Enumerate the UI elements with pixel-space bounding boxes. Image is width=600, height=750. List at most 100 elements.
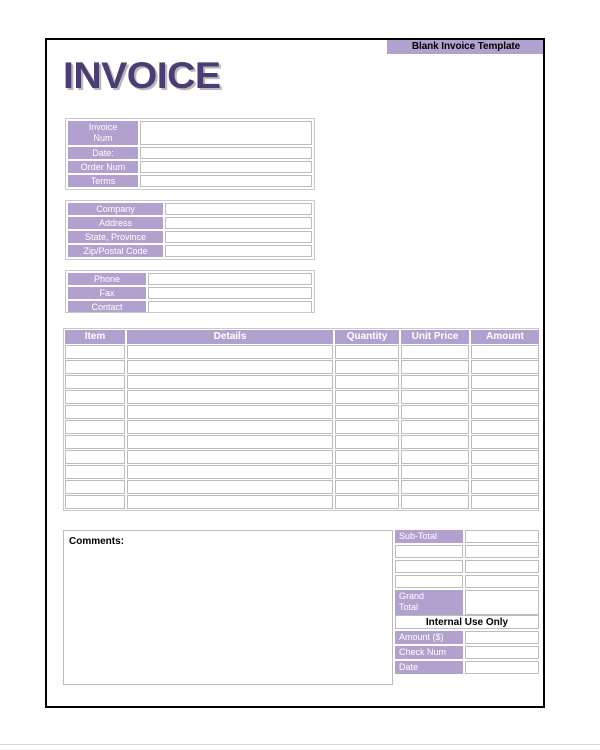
cell-quantity[interactable]: [335, 390, 399, 404]
cell-quantity[interactable]: [335, 420, 399, 434]
cell-unit-price[interactable]: [401, 450, 469, 464]
cell-quantity[interactable]: [335, 345, 399, 359]
cell-item[interactable]: [65, 450, 125, 464]
invoice-field-label: Invoice Num: [68, 121, 138, 145]
cell-unit-price[interactable]: [401, 465, 469, 479]
cell-unit-price[interactable]: [401, 435, 469, 449]
table-row: [65, 435, 539, 449]
table-row: [65, 405, 539, 419]
cell-quantity[interactable]: [335, 435, 399, 449]
totals-row: [395, 560, 539, 573]
cell-amount[interactable]: [471, 360, 539, 374]
cell-unit-price[interactable]: [401, 375, 469, 389]
cell-item[interactable]: [65, 405, 125, 419]
cell-unit-price[interactable]: [401, 480, 469, 494]
invoice-field-row: Order Num: [68, 161, 312, 173]
cell-amount[interactable]: [471, 435, 539, 449]
cell-unit-price[interactable]: [401, 360, 469, 374]
cell-item[interactable]: [65, 345, 125, 359]
totals-value-input[interactable]: [465, 530, 539, 543]
cell-unit-price[interactable]: [401, 405, 469, 419]
table-header-row: Item Details Quantity Unit Price Amount: [65, 330, 539, 344]
cell-amount[interactable]: [471, 480, 539, 494]
cell-amount[interactable]: [471, 390, 539, 404]
internal-use-input[interactable]: [465, 631, 539, 644]
totals-value-input[interactable]: [465, 590, 539, 615]
invoice-field-row: Invoice Num: [68, 121, 312, 145]
invoice-meta-block: Invoice Num Date: Order Num Terms: [65, 118, 315, 190]
totals-blank-cell[interactable]: [395, 575, 463, 588]
cell-item[interactable]: [65, 360, 125, 374]
cell-details[interactable]: [127, 360, 333, 374]
company-field-input[interactable]: [165, 231, 312, 243]
cell-amount[interactable]: [471, 405, 539, 419]
totals-blank-cell[interactable]: [395, 545, 463, 558]
cell-item[interactable]: [65, 390, 125, 404]
cell-amount[interactable]: [471, 495, 539, 509]
table-body: [65, 345, 539, 509]
cell-details[interactable]: [127, 345, 333, 359]
company-field-input[interactable]: [165, 217, 312, 229]
cell-quantity[interactable]: [335, 480, 399, 494]
invoice-field-input[interactable]: [140, 147, 312, 159]
cell-details[interactable]: [127, 480, 333, 494]
cell-amount[interactable]: [471, 375, 539, 389]
cell-item[interactable]: [65, 420, 125, 434]
table-row: [65, 360, 539, 374]
cell-details[interactable]: [127, 420, 333, 434]
cell-unit-price[interactable]: [401, 420, 469, 434]
contact-field-input[interactable]: [148, 287, 312, 299]
cell-item[interactable]: [65, 375, 125, 389]
company-field-row: Zip/Postal Code: [68, 245, 312, 257]
internal-use-input[interactable]: [465, 661, 539, 674]
contact-field-input[interactable]: [148, 273, 312, 285]
totals-value-input[interactable]: [465, 560, 539, 573]
cell-quantity[interactable]: [335, 360, 399, 374]
cell-details[interactable]: [127, 495, 333, 509]
invoice-field-input[interactable]: [140, 161, 312, 173]
invoice-field-input[interactable]: [140, 175, 312, 187]
internal-use-label: Amount ($): [395, 631, 463, 644]
cell-item[interactable]: [65, 480, 125, 494]
cell-details[interactable]: [127, 405, 333, 419]
cell-unit-price[interactable]: [401, 345, 469, 359]
cell-details[interactable]: [127, 435, 333, 449]
cell-quantity[interactable]: [335, 495, 399, 509]
invoice-field-row: Date:: [68, 147, 312, 159]
company-field-input[interactable]: [165, 203, 312, 215]
cell-unit-price[interactable]: [401, 390, 469, 404]
totals-value-input[interactable]: [465, 575, 539, 588]
cell-details[interactable]: [127, 390, 333, 404]
cell-amount[interactable]: [471, 345, 539, 359]
table-row: [65, 495, 539, 509]
column-header-quantity: Quantity: [335, 330, 399, 344]
company-field-input[interactable]: [165, 245, 312, 257]
column-header-details: Details: [127, 330, 333, 344]
comments-label: Comments:: [69, 536, 125, 547]
contact-field-input[interactable]: [148, 301, 312, 312]
cell-amount[interactable]: [471, 420, 539, 434]
cell-details[interactable]: [127, 465, 333, 479]
cell-amount[interactable]: [471, 450, 539, 464]
cell-quantity[interactable]: [335, 375, 399, 389]
totals-blank-cell[interactable]: [395, 560, 463, 573]
cell-details[interactable]: [127, 450, 333, 464]
table-row: [65, 345, 539, 359]
comments-box[interactable]: Comments:: [63, 530, 393, 685]
cell-item[interactable]: [65, 465, 125, 479]
cell-unit-price[interactable]: [401, 495, 469, 509]
cell-quantity[interactable]: [335, 405, 399, 419]
invoice-field-input[interactable]: [140, 121, 312, 145]
column-header-amount: Amount: [471, 330, 539, 344]
cell-quantity[interactable]: [335, 450, 399, 464]
cell-quantity[interactable]: [335, 465, 399, 479]
cell-amount[interactable]: [471, 465, 539, 479]
template-banner: Blank Invoice Template: [387, 40, 543, 54]
totals-value-input[interactable]: [465, 545, 539, 558]
cell-item[interactable]: [65, 435, 125, 449]
contact-field-row: Contact: [68, 301, 312, 312]
cell-item[interactable]: [65, 495, 125, 509]
contact-field-label: Phone: [68, 273, 146, 285]
cell-details[interactable]: [127, 375, 333, 389]
internal-use-input[interactable]: [465, 646, 539, 659]
